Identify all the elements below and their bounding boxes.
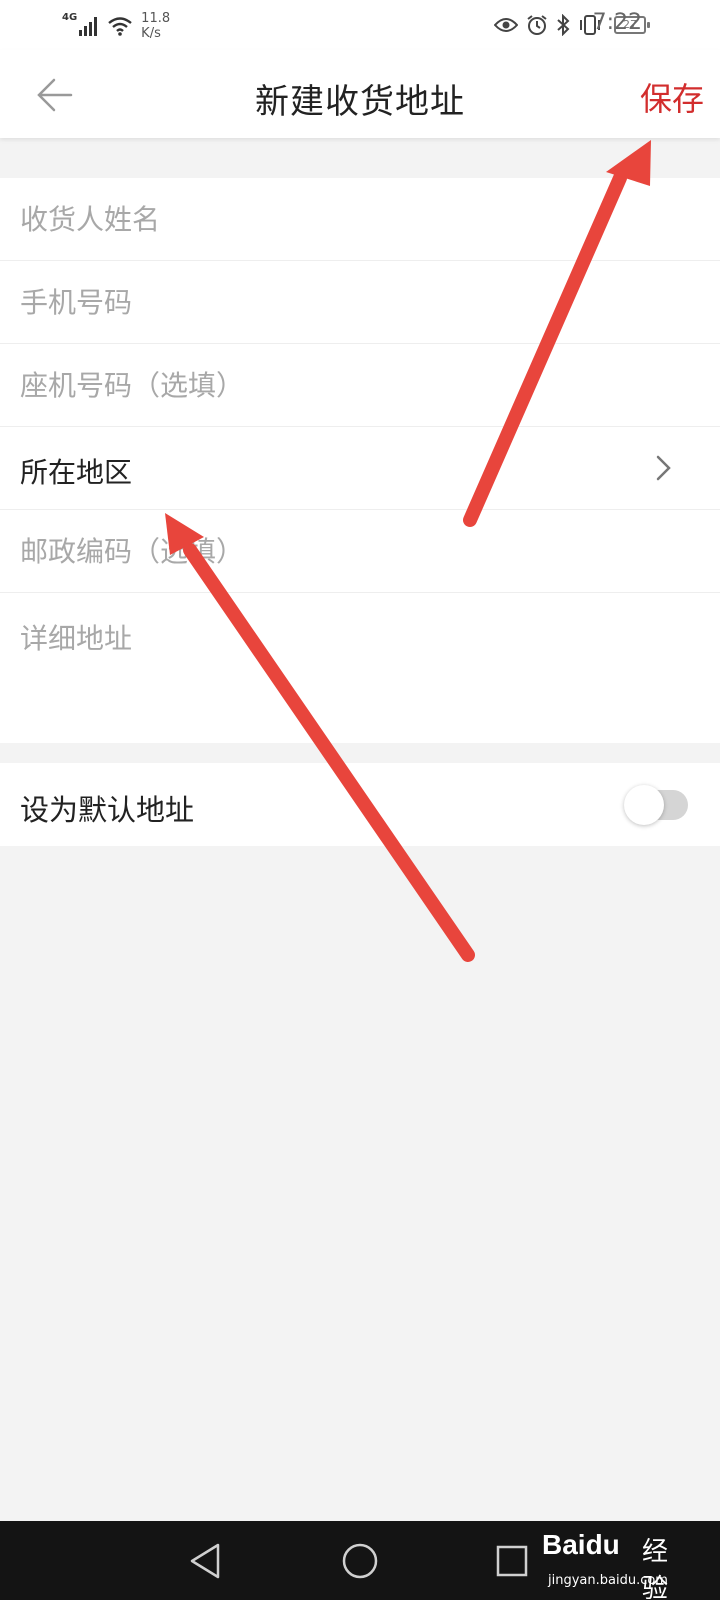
alarm-icon	[527, 15, 547, 35]
status-bar: 4G 11.8 K/s 27 7:22	[0, 0, 720, 50]
nav-recent-icon[interactable]	[490, 1539, 534, 1583]
default-address-toggle[interactable]	[624, 785, 688, 825]
landline-row	[0, 344, 720, 427]
default-address-row: 设为默认地址	[0, 763, 720, 846]
status-left: 4G 11.8 K/s	[62, 8, 170, 44]
network-speed: 11.8 K/s	[141, 11, 170, 41]
recipient-name-input[interactable]	[20, 178, 660, 260]
postcode-input[interactable]	[20, 510, 660, 592]
baidu-jingyan-watermark: Baidu 经验 jingyan.baidu.com	[542, 1523, 692, 1600]
save-button[interactable]: 保存	[640, 74, 704, 120]
wifi-icon	[108, 17, 132, 36]
watermark-suffix: 经验	[642, 1537, 669, 1600]
watermark-url: jingyan.baidu.com	[548, 1573, 668, 1588]
baidu-logo: Baidu	[542, 1529, 620, 1560]
detail-address-row	[0, 593, 720, 743]
nav-home-icon[interactable]	[338, 1539, 382, 1583]
app-header: 新建收货地址 保存	[0, 50, 720, 138]
nav-back-icon[interactable]	[184, 1539, 228, 1583]
bluetooth-icon	[557, 14, 570, 36]
status-time: 7:22	[592, 10, 642, 35]
speed-value: 11.8	[141, 11, 171, 26]
region-label: 所在地区	[20, 456, 133, 489]
detail-address-input[interactable]	[20, 617, 700, 727]
address-form: 所在地区	[0, 178, 720, 743]
phone-row	[0, 261, 720, 344]
name-row	[0, 178, 720, 261]
chevron-right-icon	[656, 455, 671, 481]
default-address-label: 设为默认地址	[20, 793, 195, 827]
region-selector[interactable]: 所在地区	[0, 427, 720, 510]
mobile-number-input[interactable]	[20, 261, 660, 343]
landline-number-input[interactable]	[20, 344, 660, 426]
speed-unit: K/s	[141, 26, 161, 41]
toggle-knob	[624, 785, 664, 825]
network-type: 4G	[62, 12, 78, 23]
page-title: 新建收货地址	[255, 82, 465, 122]
postcode-row	[0, 510, 720, 593]
eye-icon	[494, 18, 518, 32]
signal-icon	[79, 16, 99, 36]
